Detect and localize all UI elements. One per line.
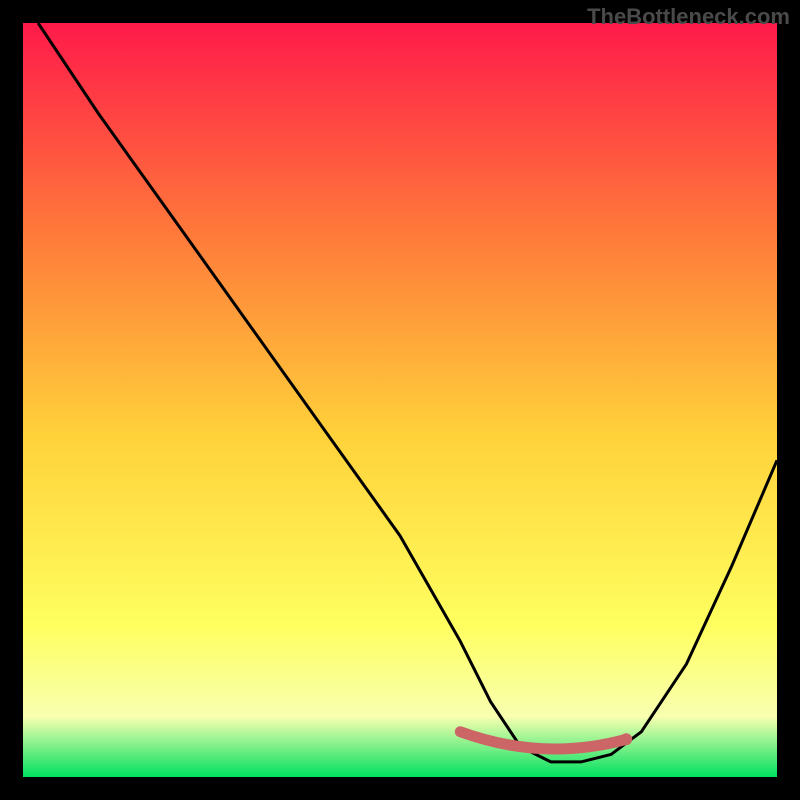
chart-svg: [23, 23, 777, 777]
chart-container: TheBottleneck.com: [0, 0, 800, 800]
bottleneck-curve: [38, 23, 777, 762]
watermark-text: TheBottleneck.com: [587, 4, 790, 30]
marker-right-dot: [620, 733, 632, 745]
flat-zone-marker: [460, 732, 626, 749]
plot-area: [23, 23, 777, 777]
